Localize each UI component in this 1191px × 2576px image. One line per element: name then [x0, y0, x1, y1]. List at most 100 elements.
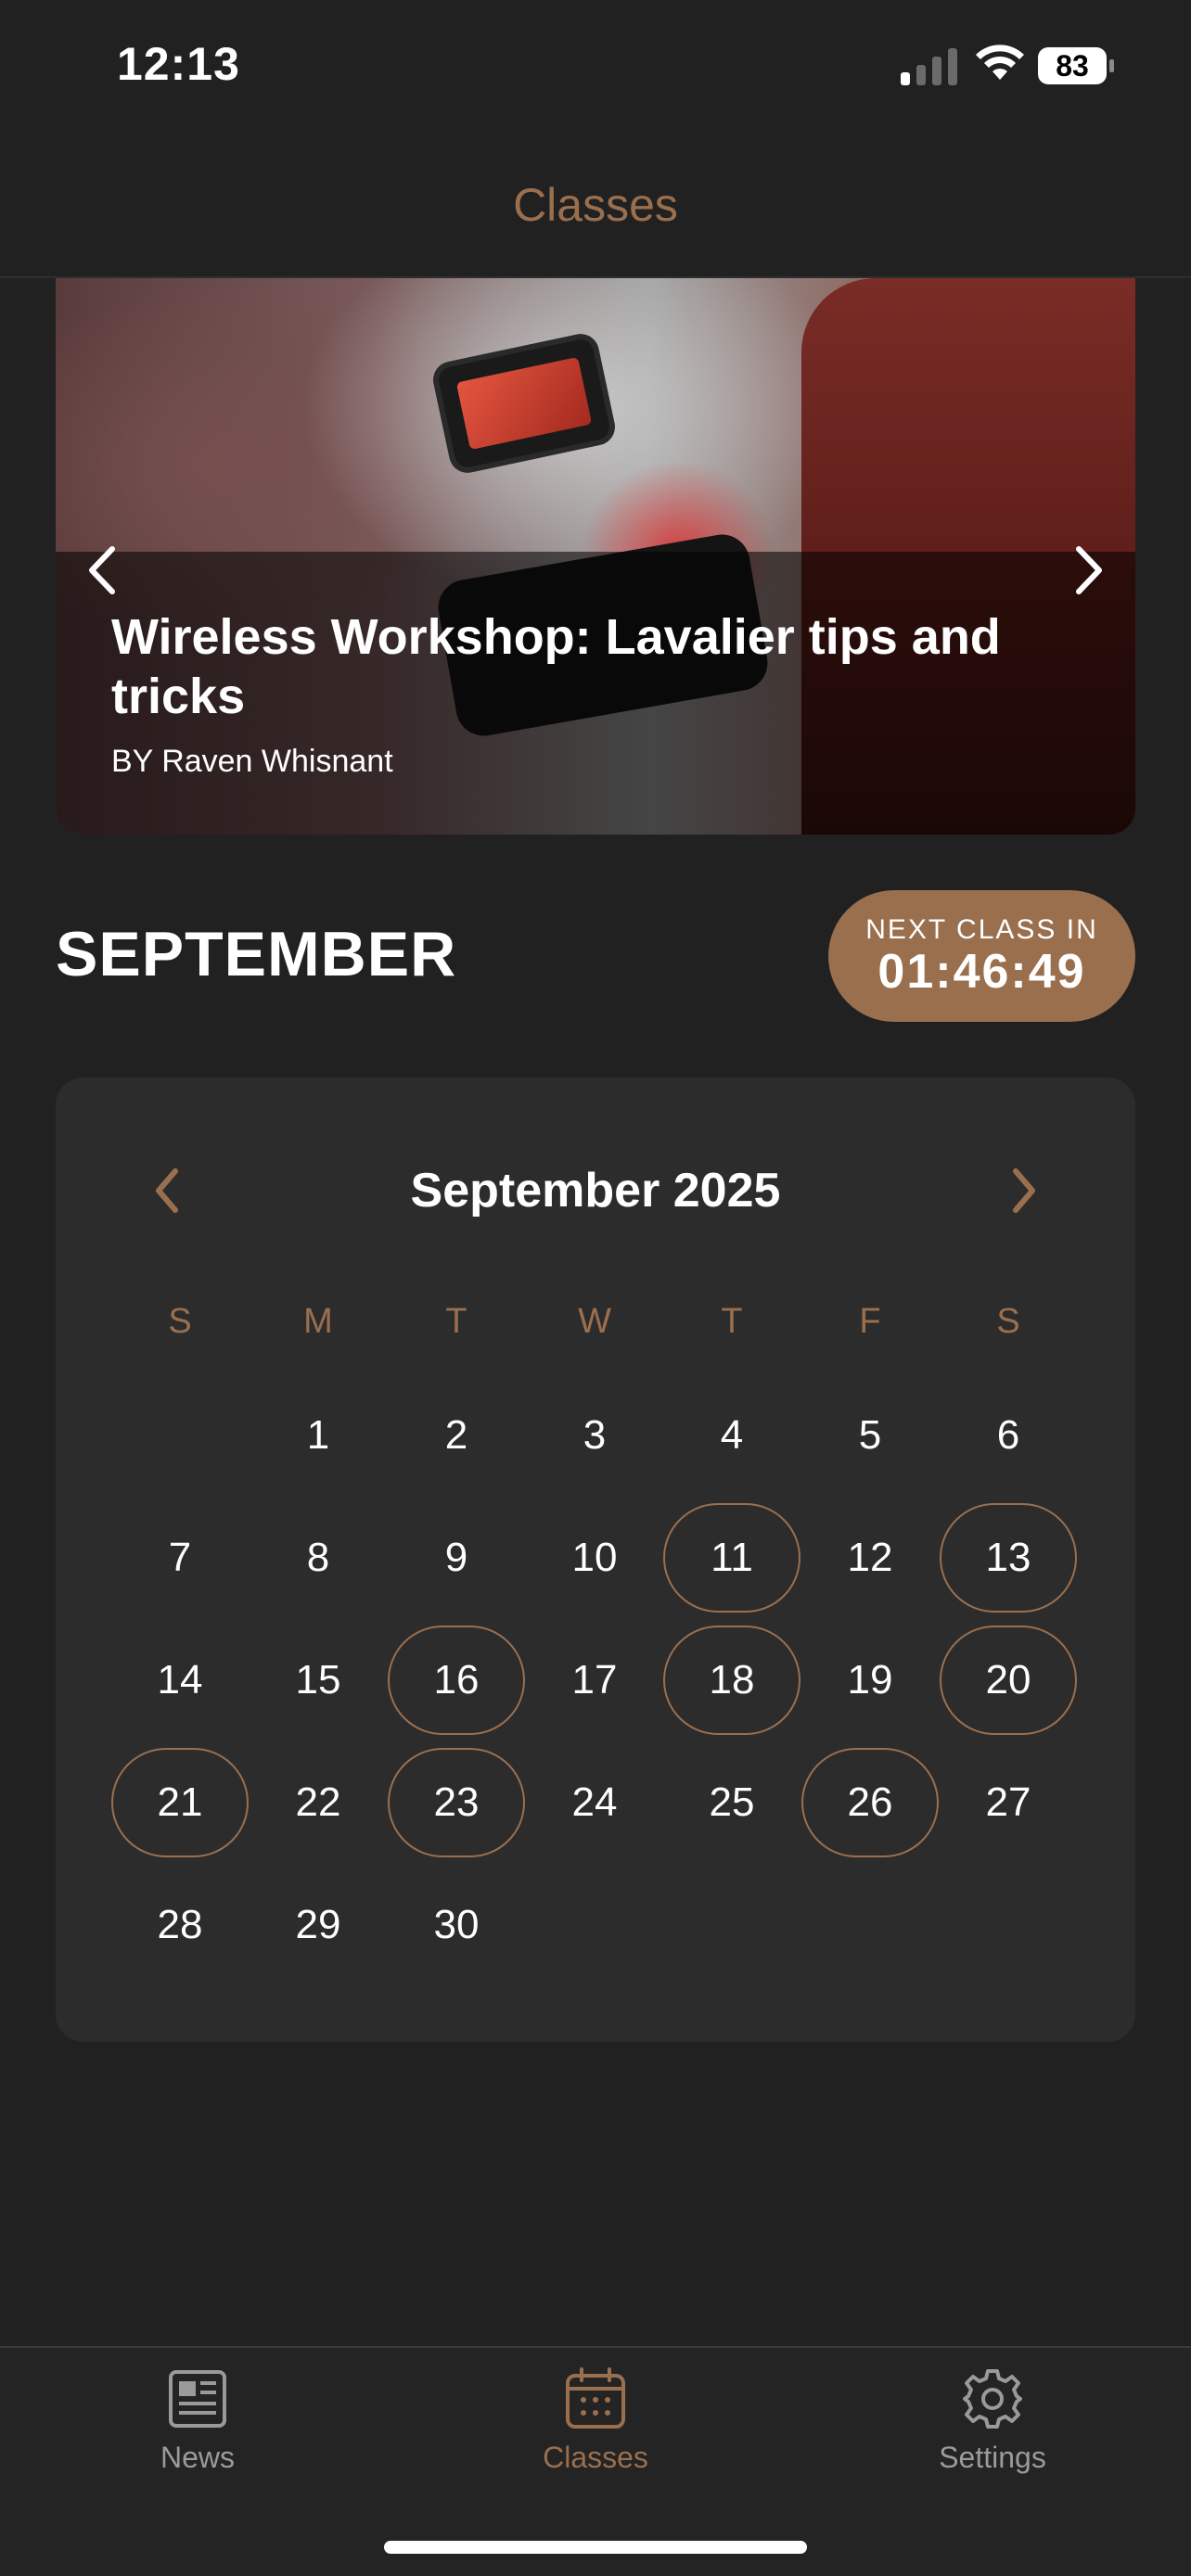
calendar-day[interactable]: 10: [526, 1503, 663, 1613]
calendar-day[interactable]: 5: [801, 1381, 939, 1490]
calendar-day-number: 25: [709, 1779, 755, 1825]
battery-indicator: 83: [1037, 46, 1115, 85]
weekday-header: S: [996, 1302, 1020, 1341]
weekday-header: T: [721, 1302, 743, 1341]
chevron-left-icon: [89, 546, 115, 594]
calendar-day-number: 27: [985, 1779, 1031, 1825]
calendar-day[interactable]: 7: [111, 1503, 249, 1613]
next-class-label: NEXT CLASS IN: [865, 914, 1098, 945]
calendar-day-class[interactable]: 18: [663, 1626, 800, 1735]
calendar-day-number: 15: [295, 1657, 341, 1702]
page-title: Classes: [513, 179, 678, 231]
gear-icon: [963, 2369, 1022, 2429]
calendar-day[interactable]: 4: [663, 1381, 800, 1490]
hero-previous-button[interactable]: [74, 533, 130, 607]
calendar-day-class[interactable]: 20: [940, 1626, 1077, 1735]
calendar-day-number: 30: [433, 1902, 480, 1947]
calendar-day-number: 10: [571, 1535, 618, 1580]
calendar-day[interactable]: 17: [526, 1626, 663, 1735]
calendar-icon: [566, 2367, 625, 2429]
tab-news[interactable]: News: [105, 2366, 290, 2496]
calendar-day-number: 26: [847, 1779, 893, 1825]
calendar-day[interactable]: 22: [250, 1748, 387, 1857]
calendar-day-number: 5: [858, 1412, 882, 1458]
calendar-day-number: 29: [295, 1902, 341, 1947]
calendar-day-number: 8: [306, 1535, 330, 1580]
calendar-day[interactable]: 19: [801, 1626, 939, 1735]
calendar-day-number: 2: [444, 1412, 468, 1458]
calendar-day[interactable]: 30: [388, 1870, 525, 1980]
month-heading: SEPTEMBER: [56, 919, 457, 989]
nav-header: Classes: [0, 139, 1191, 278]
calendar-day-number: 23: [433, 1779, 480, 1825]
featured-class-banner[interactable]: Wireless Workshop: Lavalier tips and tri…: [56, 278, 1135, 835]
tab-settings[interactable]: Settings: [900, 2366, 1085, 2496]
calendar-day[interactable]: 3: [526, 1381, 663, 1490]
next-month-button[interactable]: [996, 1154, 1052, 1228]
calendar-day[interactable]: 6: [940, 1381, 1077, 1490]
calendar-day-number: 12: [847, 1535, 893, 1580]
calendar-day-number: 1: [306, 1412, 330, 1458]
calendar-day-number: 17: [571, 1657, 618, 1702]
calendar-day-class[interactable]: 23: [388, 1748, 525, 1857]
calendar-day-number: 24: [571, 1779, 618, 1825]
weekday-header: M: [303, 1302, 333, 1341]
hero-image-monitor: [436, 337, 612, 470]
weekday-header: S: [168, 1302, 192, 1341]
calendar-card: September 2025 S M T W T F S 1 2 3 4 5 6 7 8 9 10 11 12 13 1…: [56, 1078, 1135, 2042]
calendar-day[interactable]: 8: [250, 1503, 387, 1613]
calendar-day[interactable]: 9: [388, 1503, 525, 1613]
weekday-header: T: [445, 1302, 467, 1341]
calendar-month-title: September 2025: [410, 1164, 781, 1218]
calendar-day[interactable]: 27: [940, 1748, 1077, 1857]
calendar-day[interactable]: 15: [250, 1626, 387, 1735]
calendar-day-number: 6: [996, 1412, 1020, 1458]
calendar-day-number: 20: [985, 1657, 1031, 1702]
tab-news-label: News: [160, 2441, 235, 2474]
calendar-day-number: 7: [168, 1535, 192, 1580]
calendar-day[interactable]: 29: [250, 1870, 387, 1980]
calendar-day-number: 16: [433, 1657, 480, 1702]
chevron-right-icon: [1013, 1168, 1035, 1213]
calendar-day-number: 3: [583, 1412, 607, 1458]
calendar-day[interactable]: 28: [111, 1870, 249, 1980]
calendar-day[interactable]: 1: [250, 1381, 387, 1490]
hero-author: BY Raven Whisnant: [111, 744, 393, 779]
calendar-day-number: 18: [709, 1657, 755, 1702]
weekday-header: F: [859, 1302, 881, 1341]
calendar-day-number: 11: [711, 1535, 753, 1580]
calendar-day-class[interactable]: 11: [663, 1503, 800, 1613]
chevron-right-icon: [1076, 546, 1102, 594]
calendar-day[interactable]: 25: [663, 1748, 800, 1857]
calendar-day-number: 13: [985, 1535, 1031, 1580]
next-class-badge: NEXT CLASS IN 01:46:49: [828, 890, 1135, 1022]
calendar-day[interactable]: 14: [111, 1626, 249, 1735]
calendar-day[interactable]: 2: [388, 1381, 525, 1490]
home-indicator: [384, 2541, 807, 2554]
hero-title: Wireless Workshop: Lavalier tips and tri…: [111, 609, 1001, 724]
calendar-day[interactable]: 12: [801, 1503, 939, 1613]
calendar-day-class[interactable]: 16: [388, 1626, 525, 1735]
battery-level: 83: [1056, 49, 1089, 83]
calendar-day-number: 14: [157, 1657, 203, 1702]
calendar-day-class[interactable]: 13: [940, 1503, 1077, 1613]
status-bar: 12:13 83: [0, 0, 1191, 139]
tab-classes-label: Classes: [543, 2441, 648, 2474]
newspaper-icon: [169, 2370, 226, 2428]
calendar-day-number: 9: [444, 1535, 468, 1580]
calendar-day-number: 19: [847, 1657, 893, 1702]
calendar-day-class[interactable]: 21: [111, 1748, 249, 1857]
calendar-day-number: 21: [157, 1779, 203, 1825]
weekday-header: W: [578, 1302, 611, 1341]
status-time: 12:13: [117, 38, 240, 90]
tab-settings-label: Settings: [939, 2441, 1046, 2474]
tab-classes[interactable]: Classes: [503, 2366, 688, 2496]
calendar-day-number: 4: [720, 1412, 744, 1458]
calendar-day-class[interactable]: 26: [801, 1748, 939, 1857]
cellular-signal-icon: [901, 48, 957, 85]
calendar-day-number: 22: [295, 1779, 341, 1825]
next-class-countdown: 01:46:49: [877, 945, 1086, 999]
wifi-icon: [976, 45, 1024, 80]
calendar-day[interactable]: 24: [526, 1748, 663, 1857]
hero-next-button[interactable]: [1061, 533, 1117, 607]
